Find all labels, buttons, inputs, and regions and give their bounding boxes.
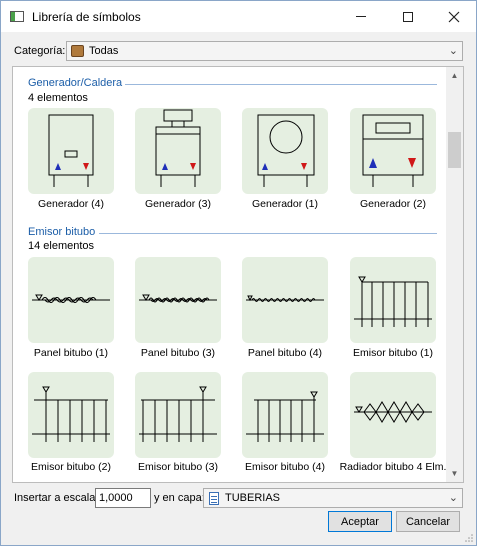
layer-label: y en capa:: [154, 492, 205, 504]
symbol-label: Panel bitubo (3): [140, 347, 216, 359]
category-value: Todas: [89, 45, 119, 57]
symbol-tile-generador-2[interactable]: [350, 108, 436, 194]
layer-select[interactable]: TUBERIAS ⌄: [203, 488, 463, 508]
symbol-label: Generador (3): [145, 198, 211, 210]
section-title-emisor: Emisor bitubo: [28, 226, 96, 238]
title-bar: Librería de símbolos: [1, 1, 476, 32]
symbol-tile-emisor-bitubo-4[interactable]: [242, 372, 328, 458]
section-divider: [125, 84, 437, 85]
symbol-tile-generador-3[interactable]: [135, 108, 221, 194]
symbol-tile-generador-4[interactable]: [28, 108, 114, 194]
symbol-label: Generador (2): [360, 198, 426, 210]
insert-options-row: Insertar a escala: y en capa: TUBERIAS ⌄: [1, 487, 476, 509]
symbol-tile-generador-1[interactable]: [242, 108, 328, 194]
symbol-label: Generador (1): [252, 198, 318, 210]
vertical-scrollbar[interactable]: ▲ ▼: [446, 67, 463, 482]
chevron-down-icon: ⌄: [448, 45, 458, 57]
accept-button[interactable]: Aceptar: [328, 511, 392, 532]
panel-bitubo-3-icon: [139, 294, 217, 303]
close-icon: [448, 11, 460, 22]
maximize-icon: [403, 11, 413, 22]
symbol-tile-panel-bitubo-4[interactable]: [242, 257, 328, 343]
minimize-icon: [356, 16, 366, 17]
symbol-label: Panel bitubo (4): [247, 347, 323, 359]
section-divider: [99, 233, 437, 234]
emisor-bitubo-2-icon: [32, 386, 110, 442]
symbol-label: Emisor bitubo (1): [353, 347, 433, 359]
panel-bitubo-1-icon: [32, 294, 110, 303]
symbol-tile-panel-bitubo-3[interactable]: [135, 257, 221, 343]
layer-document-icon: [209, 492, 219, 505]
symbol-label: Emisor bitubo (3): [138, 461, 218, 473]
resize-grip-icon[interactable]: [464, 533, 474, 543]
symbol-list-panel[interactable]: Generador/Caldera 4 elementos Generador …: [12, 66, 464, 483]
minimize-button[interactable]: [338, 1, 384, 32]
maximize-button[interactable]: [385, 1, 431, 32]
scroll-down-icon[interactable]: ▼: [446, 465, 463, 482]
layer-value: TUBERIAS: [225, 492, 281, 504]
symbol-library-dialog: Librería de símbolos Categoría: Todas ⌄ …: [0, 0, 477, 546]
panel-bitubo-4-icon: [246, 295, 324, 302]
symbol-label: Radiador bitubo 4 Elm.: [339, 461, 447, 473]
scrollbar-thumb[interactable]: [448, 132, 461, 168]
radiador-bitubo-4-icon: [354, 401, 432, 423]
window-icon: [10, 11, 24, 22]
symbol-label: Panel bitubo (1): [33, 347, 109, 359]
generator-4-icon: [48, 114, 94, 187]
emisor-bitubo-4-icon: [246, 391, 324, 442]
symbol-tile-radiador-bitubo-4[interactable]: [350, 372, 436, 458]
emisor-bitubo-3-icon: [139, 386, 217, 442]
section-count-emisor: 14 elementos: [28, 240, 95, 252]
close-button[interactable]: [431, 1, 477, 32]
chevron-down-icon: ⌄: [448, 492, 458, 504]
symbol-tile-emisor-bitubo-2[interactable]: [28, 372, 114, 458]
section-title-generador: Generador/Caldera: [28, 77, 123, 89]
generator-1-icon: [257, 114, 315, 187]
category-label: Categoría:: [14, 45, 66, 57]
window-title: Librería de símbolos: [32, 10, 141, 24]
scale-input[interactable]: [95, 488, 151, 508]
generator-2-icon: [362, 114, 424, 187]
scroll-up-icon[interactable]: ▲: [446, 67, 463, 84]
category-row: Categoría: Todas ⌄: [1, 39, 476, 63]
box-icon: [71, 45, 84, 57]
emisor-bitubo-1-icon: [354, 276, 432, 327]
symbol-tile-emisor-bitubo-3[interactable]: [135, 372, 221, 458]
section-count-generador: 4 elementos: [28, 92, 88, 104]
generator-3-icon: [155, 109, 201, 187]
symbol-tile-emisor-bitubo-1[interactable]: [350, 257, 436, 343]
scale-label: Insertar a escala:: [14, 492, 99, 504]
symbol-label: Emisor bitubo (2): [31, 461, 111, 473]
symbol-tile-panel-bitubo-1[interactable]: [28, 257, 114, 343]
category-select[interactable]: Todas ⌄: [66, 41, 463, 61]
symbol-label: Generador (4): [38, 198, 104, 210]
cancel-button[interactable]: Cancelar: [396, 511, 460, 532]
symbol-label: Emisor bitubo (4): [245, 461, 325, 473]
